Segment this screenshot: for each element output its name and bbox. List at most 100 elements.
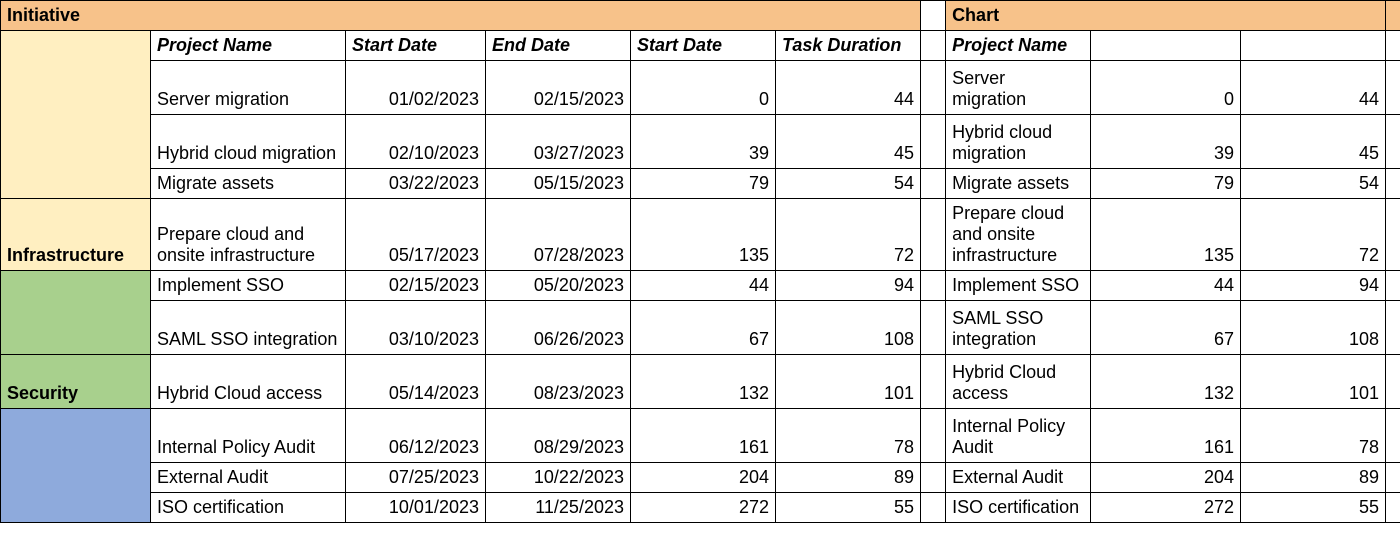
cell-duration-r[interactable]: 55 — [1241, 493, 1386, 523]
cell-start-date[interactable]: 06/12/2023 — [346, 409, 486, 463]
category-security[interactable]: Security — [1, 355, 151, 409]
cell-end-date[interactable]: 08/23/2023 — [486, 355, 631, 409]
cell-offset[interactable]: 204 — [631, 463, 776, 493]
gap-cell[interactable] — [1386, 115, 1400, 169]
cell-project-name-r[interactable]: Migrate assets — [946, 169, 1091, 199]
cell-end-date[interactable]: 06/26/2023 — [486, 301, 631, 355]
gap-cell[interactable] — [921, 463, 946, 493]
col-offset-r[interactable] — [1091, 31, 1241, 61]
cell-offset-r[interactable]: 67 — [1091, 301, 1241, 355]
cell-duration[interactable]: 94 — [776, 271, 921, 301]
cell-offset[interactable]: 132 — [631, 355, 776, 409]
cell-duration-r[interactable]: 44 — [1241, 61, 1386, 115]
cell-start-date[interactable]: 03/10/2023 — [346, 301, 486, 355]
cell-duration-r[interactable]: 94 — [1241, 271, 1386, 301]
cell-project-name[interactable]: Migrate assets — [151, 169, 346, 199]
cell-project-name[interactable]: ISO certification — [151, 493, 346, 523]
cell-start-date[interactable]: 05/14/2023 — [346, 355, 486, 409]
gap-cell[interactable] — [1386, 169, 1400, 199]
cell-project-name-r[interactable]: Server migration — [946, 61, 1091, 115]
cell-project-name[interactable]: Internal Policy Audit — [151, 409, 346, 463]
header-chart[interactable]: Chart — [946, 1, 1386, 31]
cell-offset-r[interactable]: 0 — [1091, 61, 1241, 115]
gap-cell[interactable] — [921, 169, 946, 199]
gap-cell[interactable] — [1386, 493, 1400, 523]
gap-cell[interactable] — [921, 1, 946, 31]
gap-cell[interactable] — [921, 301, 946, 355]
gap-cell[interactable] — [1386, 355, 1400, 409]
cell-end-date[interactable]: 03/27/2023 — [486, 115, 631, 169]
cell-offset[interactable]: 161 — [631, 409, 776, 463]
cell-offset-r[interactable]: 272 — [1091, 493, 1241, 523]
cell-duration-r[interactable]: 72 — [1241, 199, 1386, 271]
col-task-duration[interactable]: Task Duration — [776, 31, 921, 61]
cell-duration[interactable]: 54 — [776, 169, 921, 199]
cell-offset[interactable]: 44 — [631, 271, 776, 301]
cell-start-date[interactable]: 07/25/2023 — [346, 463, 486, 493]
cell-project-name-r[interactable]: Prepare cloud and onsite infrastructure — [946, 199, 1091, 271]
category-infrastructure[interactable]: Infrastructure — [1, 199, 151, 271]
cell-offset-r[interactable]: 204 — [1091, 463, 1241, 493]
cell-project-name[interactable]: Hybrid cloud migration — [151, 115, 346, 169]
category-compliance[interactable] — [1, 409, 151, 523]
cell-project-name[interactable]: External Audit — [151, 463, 346, 493]
cell-duration[interactable]: 45 — [776, 115, 921, 169]
col-start-date[interactable]: Start Date — [346, 31, 486, 61]
cell-end-date[interactable]: 05/20/2023 — [486, 271, 631, 301]
cell-project-name-r[interactable]: SAML SSO integration — [946, 301, 1091, 355]
gap-cell[interactable] — [1386, 31, 1400, 61]
cell-project-name-r[interactable]: Hybrid Cloud access — [946, 355, 1091, 409]
cell-duration-r[interactable]: 89 — [1241, 463, 1386, 493]
gap-cell[interactable] — [921, 199, 946, 271]
cell-duration-r[interactable]: 54 — [1241, 169, 1386, 199]
cell-end-date[interactable]: 10/22/2023 — [486, 463, 631, 493]
col-duration-r[interactable] — [1241, 31, 1386, 61]
cell-offset[interactable]: 0 — [631, 61, 776, 115]
cell-end-date[interactable]: 07/28/2023 — [486, 199, 631, 271]
cell-offset-r[interactable]: 135 — [1091, 199, 1241, 271]
cell-end-date[interactable]: 05/15/2023 — [486, 169, 631, 199]
cell-duration-r[interactable]: 45 — [1241, 115, 1386, 169]
cell-project-name[interactable]: Prepare cloud and onsite infrastructure — [151, 199, 346, 271]
gap-cell[interactable] — [921, 271, 946, 301]
cell-project-name[interactable]: Implement SSO — [151, 271, 346, 301]
cell-duration[interactable]: 55 — [776, 493, 921, 523]
col-end-date[interactable]: End Date — [486, 31, 631, 61]
cell-offset[interactable]: 272 — [631, 493, 776, 523]
header-chart-trail[interactable] — [1386, 1, 1400, 31]
gap-cell[interactable] — [921, 409, 946, 463]
gap-cell[interactable] — [921, 493, 946, 523]
cell-offset-r[interactable]: 161 — [1091, 409, 1241, 463]
gap-cell[interactable] — [1386, 463, 1400, 493]
cell-duration-r[interactable]: 101 — [1241, 355, 1386, 409]
gap-cell[interactable] — [1386, 409, 1400, 463]
cell-offset[interactable]: 39 — [631, 115, 776, 169]
header-initiative[interactable]: Initiative — [1, 1, 921, 31]
cell-start-date[interactable]: 05/17/2023 — [346, 199, 486, 271]
col-project-name-r[interactable]: Project Name — [946, 31, 1091, 61]
cell-offset-r[interactable]: 79 — [1091, 169, 1241, 199]
cell-start-date[interactable]: 03/22/2023 — [346, 169, 486, 199]
gap-cell[interactable] — [921, 355, 946, 409]
gap-cell[interactable] — [921, 61, 946, 115]
cell-offset[interactable]: 67 — [631, 301, 776, 355]
cell-duration[interactable]: 108 — [776, 301, 921, 355]
cell-start-date[interactable]: 02/15/2023 — [346, 271, 486, 301]
cell-project-name-r[interactable]: Internal Policy Audit — [946, 409, 1091, 463]
category-security-upper[interactable] — [1, 271, 151, 355]
cell-end-date[interactable]: 08/29/2023 — [486, 409, 631, 463]
gap-cell[interactable] — [921, 115, 946, 169]
cell-duration[interactable]: 101 — [776, 355, 921, 409]
cell-duration[interactable]: 44 — [776, 61, 921, 115]
cell-offset-r[interactable]: 132 — [1091, 355, 1241, 409]
cell-duration-r[interactable]: 108 — [1241, 301, 1386, 355]
cell-project-name[interactable]: SAML SSO integration — [151, 301, 346, 355]
cell-start-date[interactable]: 01/02/2023 — [346, 61, 486, 115]
cell-duration[interactable]: 72 — [776, 199, 921, 271]
cell-start-date[interactable]: 02/10/2023 — [346, 115, 486, 169]
gap-cell[interactable] — [1386, 301, 1400, 355]
cell-duration[interactable]: 78 — [776, 409, 921, 463]
cell-offset[interactable]: 79 — [631, 169, 776, 199]
cell-end-date[interactable]: 11/25/2023 — [486, 493, 631, 523]
category-infrastructure-upper[interactable] — [1, 31, 151, 199]
